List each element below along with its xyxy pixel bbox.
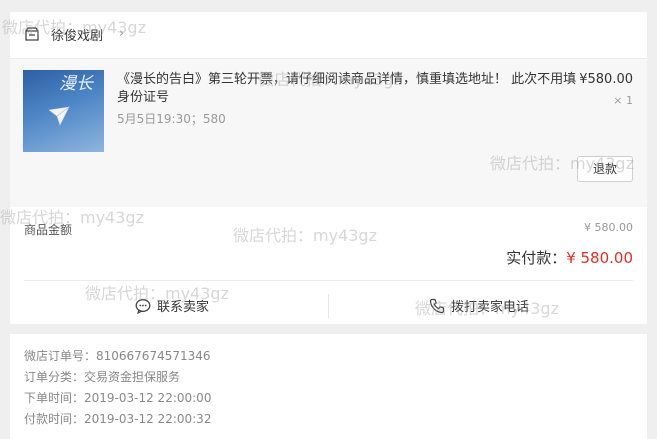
paid-amount-row: 实付款：¥ 580.00 (506, 247, 633, 268)
refund-button[interactable]: 退款 (577, 156, 633, 182)
order-card: 徐俊戏剧 › 漫长 《漫长的告白》第三轮开票，请仔细阅读商品详情，慎重填选地址！… (10, 12, 647, 324)
paper-plane-icon (48, 106, 70, 126)
order-number: 微店订单号：810667674571346 (24, 349, 211, 363)
chevron-right-icon: › (119, 26, 125, 41)
goods-amount-label: 商品金额 (24, 223, 73, 237)
paid-label: 实付款： (506, 249, 567, 267)
contact-seller-button[interactable]: 联系卖家 (135, 296, 209, 315)
chat-bubble-icon (135, 299, 151, 315)
goods-price: ¥580.00 (579, 72, 633, 87)
shop-header[interactable]: 徐俊戏剧 › (10, 12, 647, 59)
call-seller-label: 拨打卖家电话 (451, 300, 530, 315)
goods-item[interactable]: 漫长 《漫长的告白》第三轮开票，请仔细阅读商品详情，慎重填选地址！ 此次不用填身… (10, 59, 647, 207)
goods-amount-value: ¥ 580.00 (584, 221, 633, 234)
order-time: 下单时间：2019-03-12 22:00:00 (24, 391, 212, 405)
order-info-card: 微店订单号：810667674571346 订单分类：交易资金担保服务 下单时间… (10, 334, 647, 439)
goods-title: 《漫长的告白》第三轮开票，请仔细阅读商品详情，慎重填选地址！ 此次不用填身份证号 (117, 72, 577, 105)
goods-quantity: × 1 (613, 94, 633, 107)
order-category: 订单分类：交易资金担保服务 (24, 370, 181, 384)
action-separator (328, 294, 329, 318)
goods-cover-image: 漫长 (23, 70, 104, 152)
phone-icon (429, 298, 445, 314)
shop-name: 徐俊戏剧 (51, 29, 104, 44)
payment-time: 付款时间：2019-03-12 22:00:32 (24, 412, 212, 426)
cover-title-text: 漫长 (59, 74, 93, 94)
shop-icon (24, 26, 40, 42)
call-seller-button[interactable]: 拨打卖家电话 (429, 296, 529, 315)
goods-sku: 5月5日19:30；580 (117, 112, 226, 126)
contact-seller-label: 联系卖家 (157, 300, 210, 315)
paid-value: ¥ 580.00 (566, 249, 633, 267)
divider (24, 280, 633, 281)
